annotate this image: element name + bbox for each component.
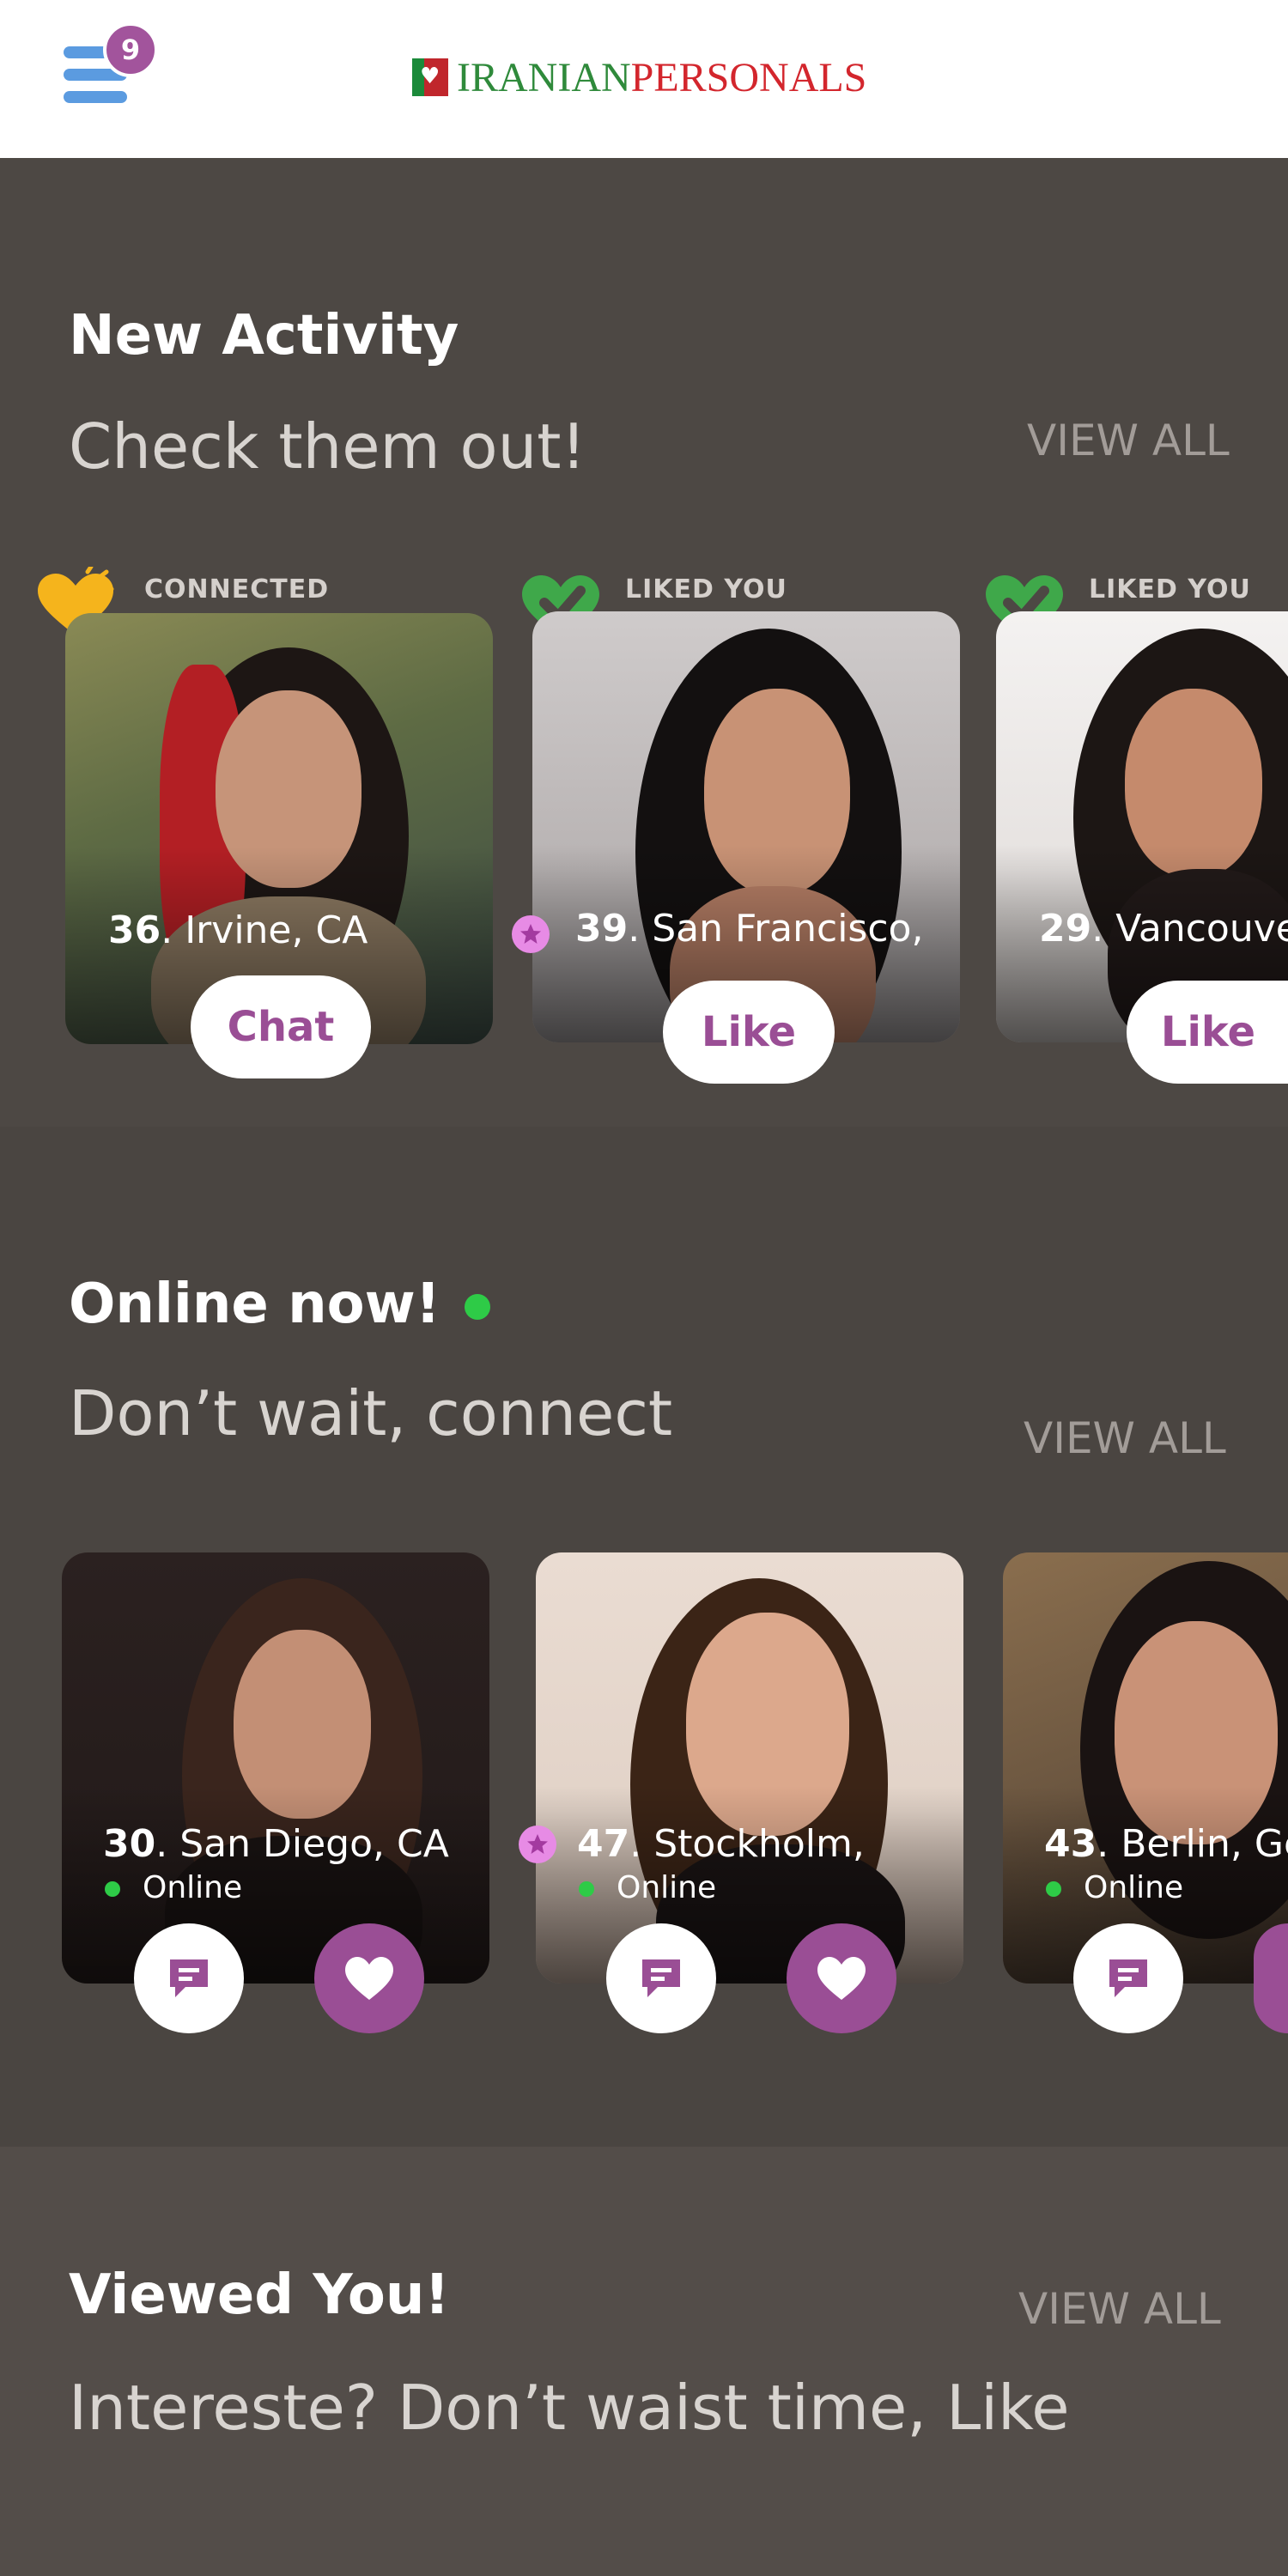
like-heart-button[interactable] bbox=[314, 1923, 424, 2033]
card-location: 39. San Francisco, bbox=[575, 907, 924, 951]
premium-star-icon bbox=[512, 915, 550, 953]
card-tag: CONNECTED bbox=[144, 574, 330, 605]
card-tag: LIKED YOU bbox=[625, 574, 787, 605]
viewed-you-section: Viewed You! VIEW ALL Intereste? Don’t wa… bbox=[0, 2147, 1288, 2576]
notification-badge: 9 bbox=[103, 22, 158, 77]
online-status: Online bbox=[105, 1870, 242, 1905]
section-title: Viewed You! bbox=[69, 2263, 450, 2327]
chat-bubble-icon bbox=[1109, 1959, 1147, 1997]
message-button[interactable] bbox=[1073, 1923, 1183, 2033]
profile-card[interactable]: 30. San Diego, CA Online bbox=[62, 1552, 489, 1984]
profile-card[interactable]: 43. Berlin, Ge Online bbox=[1003, 1552, 1288, 1984]
section-subtitle: Check them out! bbox=[69, 410, 586, 483]
message-button[interactable] bbox=[606, 1923, 716, 2033]
like-heart-button[interactable] bbox=[1254, 1923, 1288, 2033]
card-location: 43. Berlin, Ge bbox=[1044, 1822, 1288, 1866]
message-button[interactable] bbox=[134, 1923, 244, 2033]
heart-icon bbox=[345, 1957, 393, 2000]
like-button[interactable]: Like bbox=[1127, 981, 1288, 1084]
chat-button[interactable]: Chat bbox=[191, 975, 371, 1078]
view-all-link[interactable]: VIEW ALL bbox=[1024, 1413, 1226, 1463]
card-location: 30. San Diego, CA bbox=[103, 1822, 449, 1866]
card-location: 29. Vancouver bbox=[1039, 907, 1288, 951]
card-tag: LIKED YOU bbox=[1089, 574, 1251, 605]
online-now-section: Online now! Don’t wait, connect VIEW ALL… bbox=[0, 1127, 1288, 2147]
view-all-link[interactable]: VIEW ALL bbox=[1018, 2284, 1221, 2334]
like-heart-button[interactable] bbox=[787, 1923, 896, 2033]
chat-bubble-icon bbox=[170, 1959, 208, 1997]
logo-text-iranian: IRANIAN bbox=[457, 54, 631, 100]
section-subtitle: Don’t wait, connect bbox=[69, 1377, 673, 1449]
profile-card[interactable]: 29. Vancouver bbox=[996, 611, 1288, 1042]
section-title: New Activity bbox=[69, 304, 459, 368]
heart-icon bbox=[817, 1957, 866, 2000]
profile-card[interactable]: 39. San Francisco, bbox=[532, 611, 960, 1042]
app-header: 9 ♥ IRANIAN PERSONALS bbox=[0, 0, 1288, 158]
card-location: 47. Stockholm, bbox=[577, 1822, 865, 1866]
online-status: Online bbox=[579, 1870, 716, 1905]
site-logo[interactable]: ♥ IRANIAN PERSONALS bbox=[412, 52, 866, 103]
logo-text-personals: PERSONALS bbox=[630, 54, 867, 100]
section-subtitle: Intereste? Don’t waist time, Like bbox=[69, 2372, 1070, 2444]
like-button[interactable]: Like bbox=[663, 981, 835, 1084]
view-all-link[interactable]: VIEW ALL bbox=[1027, 416, 1230, 465]
card-location: 36. Irvine, CA bbox=[108, 908, 368, 952]
premium-star-icon bbox=[519, 1826, 556, 1863]
logo-heart-icon: ♥ bbox=[412, 58, 448, 96]
chat-bubble-icon bbox=[642, 1959, 680, 1997]
online-status: Online bbox=[1046, 1870, 1183, 1905]
online-indicator-icon bbox=[464, 1294, 490, 1321]
section-title: Online now! bbox=[69, 1273, 490, 1336]
profile-card[interactable]: 47. Stockholm, Online bbox=[536, 1552, 963, 1984]
new-activity-section: New Activity Check them out! VIEW ALL CO… bbox=[0, 158, 1288, 1127]
